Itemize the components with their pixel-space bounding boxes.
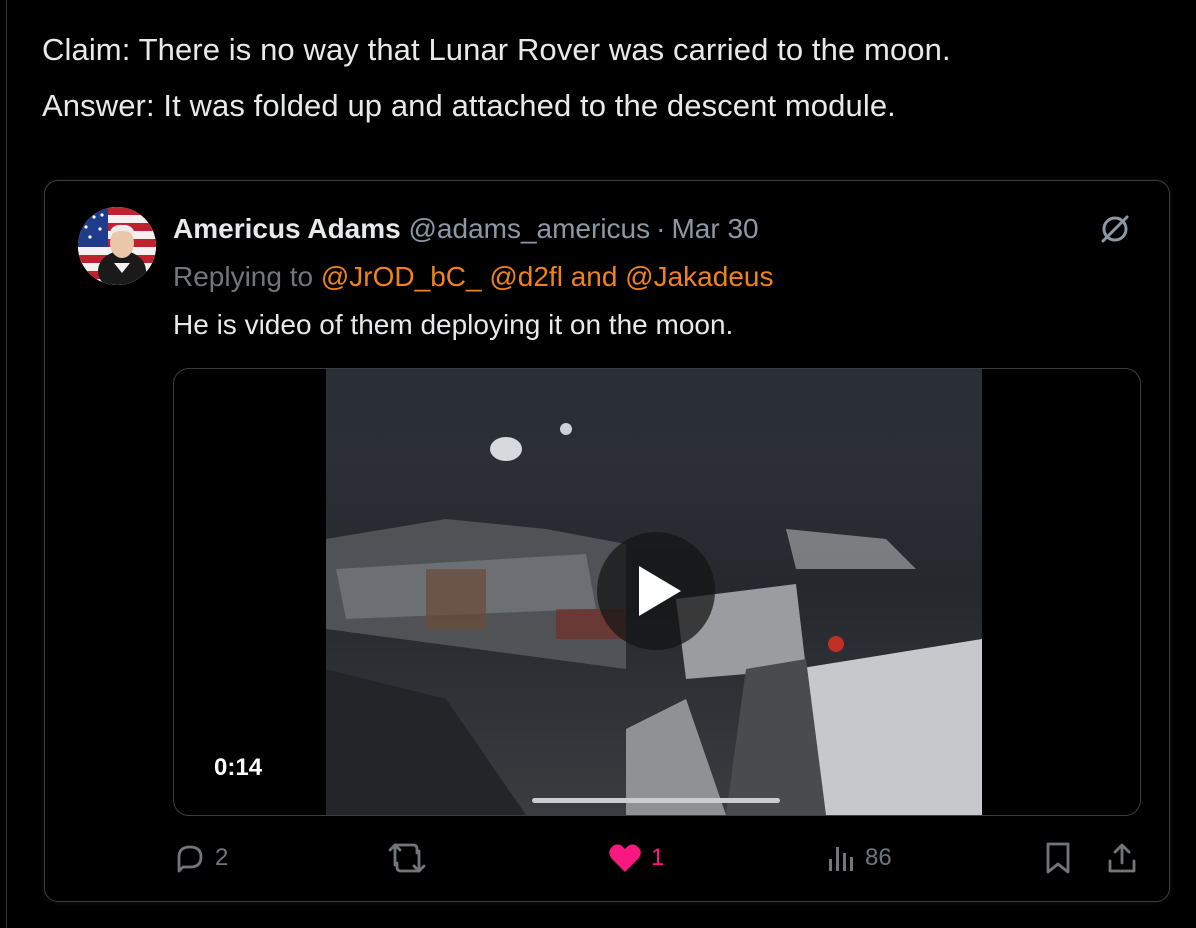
repost-button[interactable] — [387, 836, 435, 880]
bookmark-icon — [1046, 842, 1070, 874]
author-handle[interactable]: @adams_americus — [409, 213, 651, 244]
author-name[interactable]: Americus Adams — [173, 213, 401, 244]
share-button[interactable] — [1105, 836, 1139, 880]
quoted-post-header: Americus Adams @adams_americus · Mar 30 — [173, 211, 759, 247]
views-icon — [829, 847, 853, 871]
like-button[interactable]: 1 — [607, 836, 664, 880]
quoted-post-card[interactable]: Americus Adams @adams_americus · Mar 30 Re… — [44, 180, 1170, 902]
reply-icon — [177, 845, 203, 873]
repost-icon — [388, 843, 426, 873]
replying-prefix: Replying to — [173, 261, 314, 292]
action-bar: 2 1 86 — [45, 836, 1169, 880]
post-text: Claim: There is no way that Lunar Rover … — [42, 22, 1172, 134]
video-duration: 0:14 — [214, 754, 263, 781]
quoted-post-body: He is video of them deploying it on the … — [173, 309, 734, 340]
post-date[interactable]: Mar 30 — [671, 213, 758, 244]
views-count: 86 — [865, 844, 892, 871]
replying-to-line: Replying to @JrOD_bC_ @d2fl and @Jakadeu… — [173, 259, 773, 295]
video-progress-bar[interactable] — [532, 798, 780, 803]
mute-icon[interactable] — [1097, 211, 1133, 247]
like-count: 1 — [651, 844, 665, 871]
views-button[interactable]: 86 — [827, 836, 892, 880]
bookmark-button[interactable] — [1043, 836, 1073, 880]
heart-icon — [609, 844, 641, 872]
mention-links[interactable]: @JrOD_bC_ @d2fl and @Jakadeus — [321, 261, 774, 292]
share-icon — [1108, 843, 1136, 873]
play-icon — [639, 566, 681, 616]
timeline-divider — [6, 0, 7, 928]
play-button[interactable] — [597, 532, 715, 650]
reply-count: 2 — [215, 844, 229, 871]
post-line-claim: Claim: There is no way that Lunar Rover … — [42, 32, 951, 67]
avatar[interactable] — [78, 207, 156, 285]
reply-button[interactable]: 2 — [173, 836, 228, 880]
separator-dot: · — [656, 213, 666, 244]
video-player[interactable]: 0:14 — [173, 368, 1141, 816]
post-line-answer: Answer: It was folded up and attached to… — [42, 88, 896, 123]
